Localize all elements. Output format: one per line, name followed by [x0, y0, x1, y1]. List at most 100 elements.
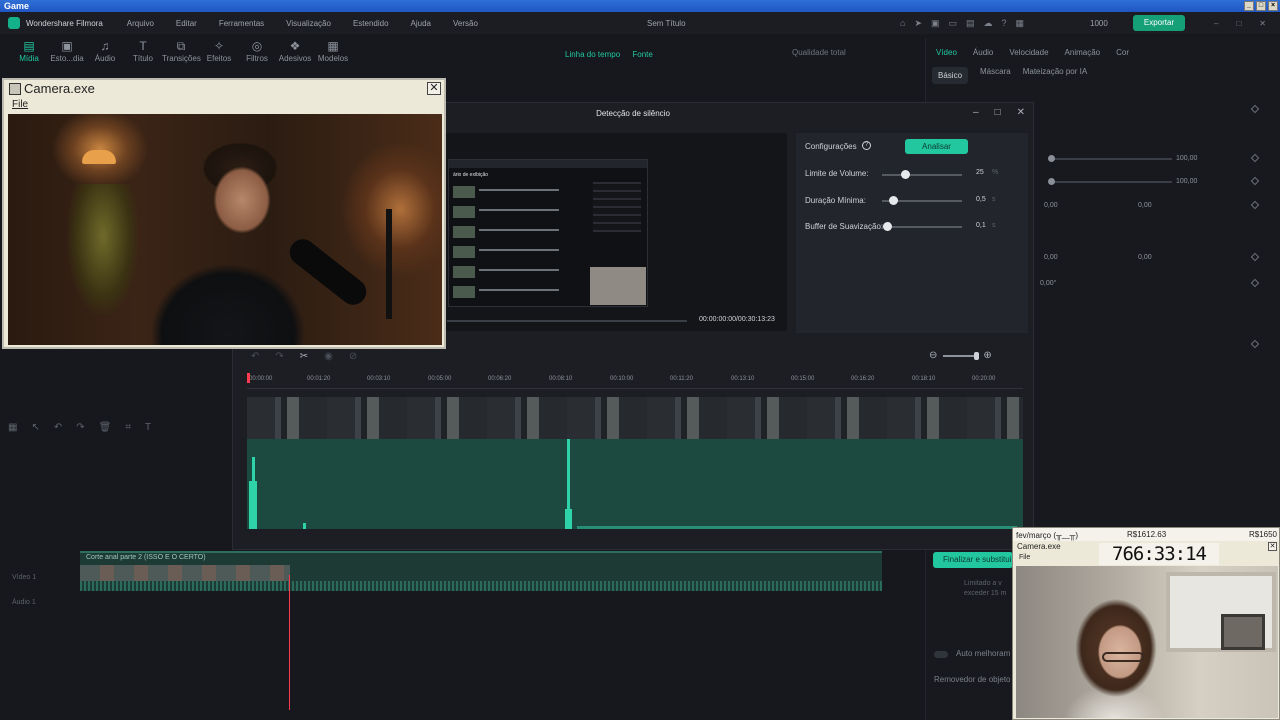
ribbon-media[interactable]: ▤ Mídia: [10, 34, 48, 70]
ribbon-templates[interactable]: ▦ Modelos: [314, 34, 352, 70]
close-icon[interactable]: ✕: [1259, 19, 1266, 28]
menu-file[interactable]: Arquivo: [127, 19, 154, 28]
keyframe-icon[interactable]: [1250, 153, 1260, 163]
export-button[interactable]: Exportar: [1133, 15, 1185, 31]
scale-y-slider[interactable]: [1052, 181, 1172, 183]
scale-y-value[interactable]: 100,00: [1176, 178, 1197, 185]
os-maximize-button[interactable]: □: [1256, 1, 1266, 11]
auto-enhance-toggle[interactable]: [934, 651, 948, 658]
cloud-icon[interactable]: ☁: [984, 18, 993, 29]
tab-audio[interactable]: Áudio: [973, 48, 993, 57]
help-icon[interactable]: ?: [1002, 18, 1007, 29]
zoom-in-icon[interactable]: ⊕: [983, 350, 991, 361]
keyframe-icon[interactable]: [1250, 339, 1260, 349]
minimize-icon[interactable]: –: [1214, 19, 1218, 28]
smoothing-buffer-value[interactable]: 0,1: [976, 222, 986, 229]
scissors-icon[interactable]: ✂: [300, 351, 308, 362]
image-icon[interactable]: ▣: [931, 18, 940, 29]
rotation-value[interactable]: 0,00°: [1040, 280, 1056, 287]
zoom-slider[interactable]: [943, 351, 980, 360]
tab-timeline[interactable]: Linha do tempo: [565, 50, 620, 59]
tab-speed[interactable]: Velocidade: [1009, 48, 1048, 57]
eye-icon[interactable]: ◉: [324, 351, 333, 362]
overlay-close-button[interactable]: ✕: [1268, 542, 1277, 551]
menu-edit[interactable]: Editar: [176, 19, 197, 28]
text-icon[interactable]: T: [145, 422, 151, 433]
menu-extended[interactable]: Estendido: [353, 19, 389, 28]
ribbon-transitions[interactable]: ⧉ Transições: [162, 34, 201, 70]
undo-icon[interactable]: ↶: [54, 422, 62, 433]
subtab-basic[interactable]: Básico: [932, 67, 969, 84]
quality-select[interactable]: Qualidade total: [792, 48, 846, 57]
smoothing-buffer-slider[interactable]: [882, 226, 962, 228]
audio-waveform-track[interactable]: [247, 439, 1023, 529]
scale-y-knob[interactable]: [1048, 178, 1055, 185]
maximize-icon[interactable]: □: [1236, 19, 1241, 28]
position-x-value[interactable]: 0,00: [1044, 202, 1058, 209]
send-icon[interactable]: ➤: [914, 18, 922, 29]
finalize-replace-button[interactable]: Finalizar e substituir: [933, 552, 1013, 568]
redo-icon[interactable]: ↷: [76, 422, 84, 433]
tab-source[interactable]: Fonte: [632, 50, 652, 59]
subtab-mask[interactable]: Máscara: [980, 67, 1011, 84]
offset-x-value[interactable]: 0,00: [1044, 254, 1058, 261]
tab-animation[interactable]: Animação: [1065, 48, 1101, 57]
scale-x-slider[interactable]: [1052, 158, 1172, 160]
undo-icon[interactable]: ↶: [251, 351, 259, 362]
offset-y-value[interactable]: 0,00: [1138, 254, 1152, 261]
crop-icon[interactable]: ⌗: [125, 422, 131, 433]
timeline-clip[interactable]: Corte anal parte 2 (ISSO E O CERTO): [80, 551, 882, 591]
tab-video[interactable]: Vídeo: [936, 48, 957, 57]
min-duration-knob[interactable]: [889, 196, 898, 205]
zoom-out-icon[interactable]: ⊖: [929, 350, 937, 361]
ribbon-audio[interactable]: ♫ Áudio: [86, 34, 124, 70]
ribbon-title[interactable]: T Título: [124, 34, 162, 70]
eye-off-icon[interactable]: ⊘: [349, 351, 357, 362]
grid-icon[interactable]: ▦: [1016, 18, 1025, 29]
save-icon[interactable]: ▤: [966, 18, 975, 29]
keyframe-icon[interactable]: [1250, 104, 1260, 114]
dialog-close-icon[interactable]: ✕: [1017, 107, 1025, 118]
keyframe-icon[interactable]: [1250, 176, 1260, 186]
menu-help[interactable]: Ajuda: [411, 19, 431, 28]
select-icon[interactable]: ↖: [31, 422, 39, 433]
ribbon-effects[interactable]: ✧ Efeitos: [200, 34, 238, 70]
subtab-ai-matting[interactable]: Mateização por IA: [1023, 67, 1087, 84]
menu-version[interactable]: Versão: [453, 19, 478, 28]
ribbon-stickers[interactable]: ❖ Adesivos: [276, 34, 314, 70]
camera-close-button[interactable]: ✕: [427, 82, 441, 95]
volume-limit-knob[interactable]: [901, 170, 910, 179]
ribbon-filters[interactable]: ◎ Filtros: [238, 34, 276, 70]
video-track[interactable]: [247, 397, 1023, 439]
volume-limit-value[interactable]: 25: [976, 169, 984, 176]
keyframe-icon[interactable]: [1250, 200, 1260, 210]
ribbon-stock[interactable]: ▣ Esto...dia: [48, 34, 86, 70]
help-icon[interactable]: ?: [862, 141, 871, 150]
analyze-button[interactable]: Analisar: [905, 139, 968, 154]
position-y-value[interactable]: 0,00: [1138, 202, 1152, 209]
overlay-file-menu[interactable]: File: [1019, 554, 1030, 561]
dialog-minimize-icon[interactable]: –: [973, 107, 979, 118]
layout-icon[interactable]: ▭: [949, 18, 958, 29]
scale-x-knob[interactable]: [1048, 155, 1055, 162]
scale-x-value[interactable]: 100,00: [1176, 155, 1197, 162]
camera-file-menu[interactable]: File: [12, 99, 28, 110]
time-ruler[interactable]: 00:00:00 00:01:20 00:03:10 00:05:00 00:0…: [247, 375, 1023, 389]
playhead-marker[interactable]: [247, 373, 250, 383]
timeline-playhead[interactable]: [289, 575, 290, 710]
os-minimize-button[interactable]: _: [1244, 1, 1254, 11]
volume-limit-slider[interactable]: [882, 174, 962, 176]
keyframe-icon[interactable]: [1250, 252, 1260, 262]
preview-progress-bar[interactable]: [447, 320, 687, 322]
delete-icon[interactable]: 🗑: [99, 422, 112, 433]
gift-icon[interactable]: ⌂: [900, 18, 905, 29]
menu-view[interactable]: Visualização: [286, 19, 331, 28]
min-duration-value[interactable]: 0,5: [976, 196, 986, 203]
os-close-button[interactable]: ×: [1268, 1, 1278, 11]
tab-color[interactable]: Cor: [1116, 48, 1129, 57]
dialog-maximize-icon[interactable]: □: [995, 107, 1001, 118]
menu-tools[interactable]: Ferramentas: [219, 19, 264, 28]
redo-icon[interactable]: ↷: [275, 351, 283, 362]
smoothing-buffer-knob[interactable]: [883, 222, 892, 231]
grid-icon[interactable]: ▦: [8, 422, 17, 433]
